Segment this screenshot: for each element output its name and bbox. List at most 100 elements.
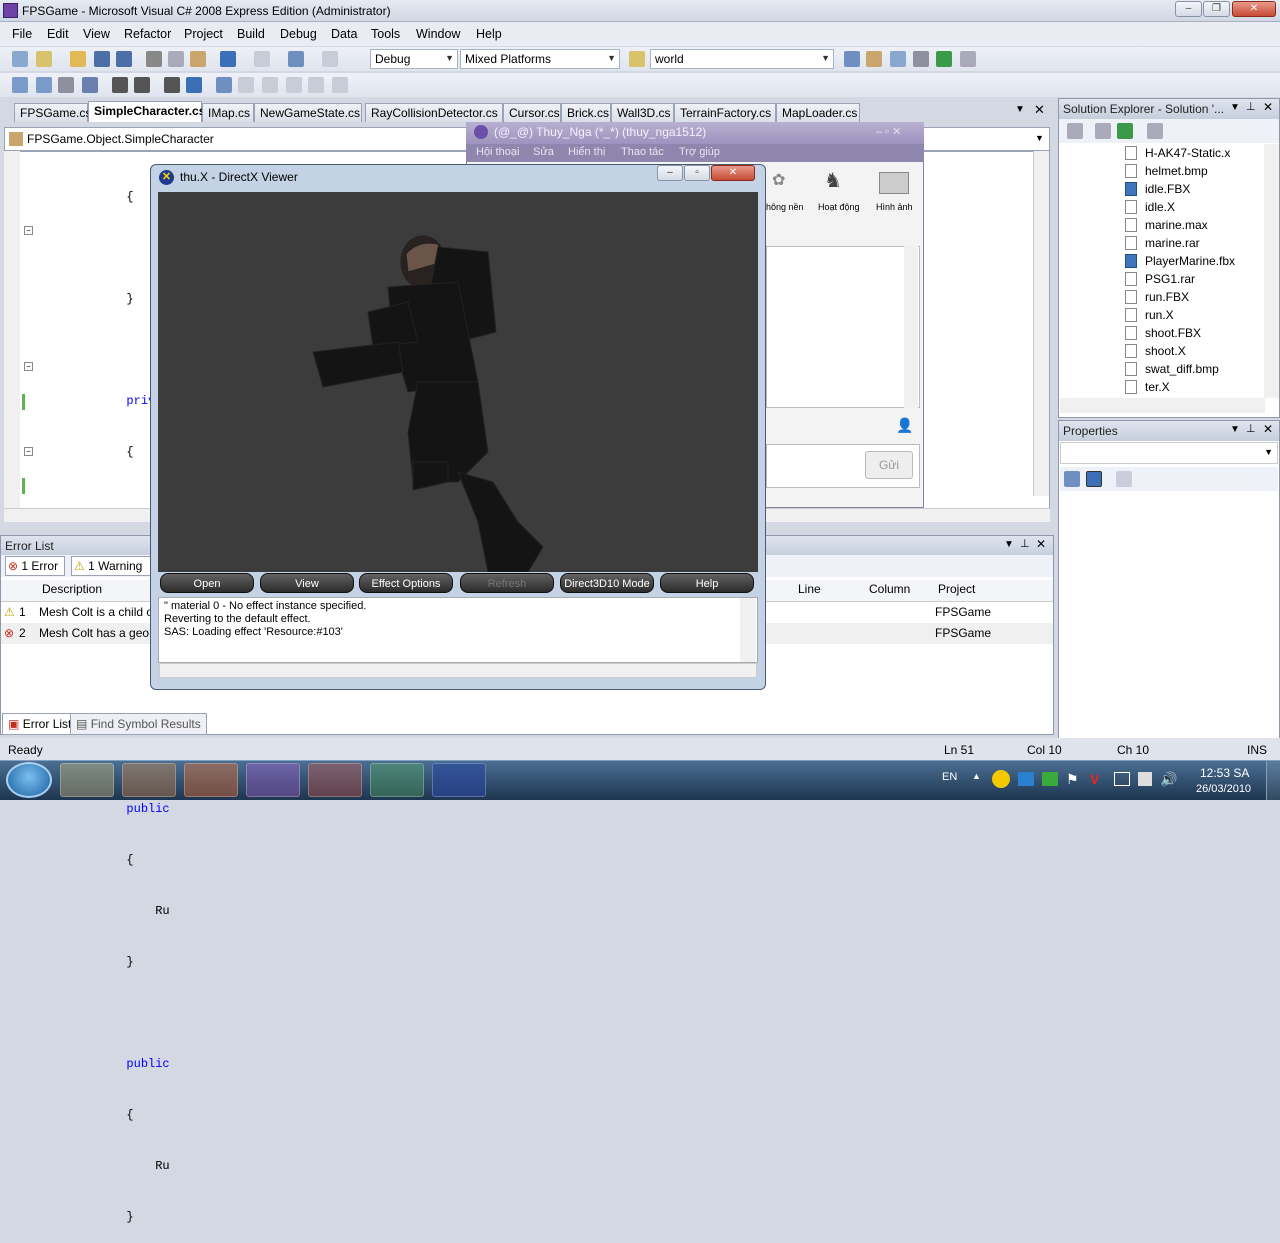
file-item[interactable]: marine.max bbox=[1125, 216, 1208, 234]
network-tray-icon[interactable] bbox=[1114, 772, 1130, 786]
chat-history[interactable] bbox=[766, 246, 920, 408]
tab-terrainfactory[interactable]: TerrainFactory.cs bbox=[674, 103, 776, 122]
panel-dropdown-icon[interactable]: ▼ bbox=[1004, 539, 1014, 550]
toolbox-icon[interactable] bbox=[913, 51, 929, 67]
tab-imap[interactable]: IMap.cs bbox=[202, 103, 254, 122]
send-button[interactable]: Gửi bbox=[865, 451, 913, 479]
save-icon[interactable] bbox=[94, 51, 110, 67]
close-panel-icon[interactable]: ✕ bbox=[1263, 100, 1273, 114]
chat-menu-item[interactable]: Trợ giúp bbox=[679, 146, 720, 158]
tab-newgamestate[interactable]: NewGameState.cs bbox=[254, 103, 362, 122]
property-pages-icon[interactable] bbox=[1116, 471, 1132, 487]
menu-help[interactable]: Help bbox=[476, 27, 502, 41]
activity-icon[interactable]: ♞ bbox=[824, 168, 842, 193]
menu-data[interactable]: Data bbox=[331, 27, 357, 41]
show-desktop-button[interactable] bbox=[1266, 761, 1280, 800]
tab-raycollisiondetector[interactable]: RayCollisionDetector.cs bbox=[365, 103, 503, 122]
panel-dropdown-icon[interactable]: ▼ bbox=[1230, 102, 1240, 113]
tab-simplecharacter[interactable]: SimpleCharacter.cs bbox=[88, 101, 205, 122]
show-all-files-icon[interactable] bbox=[1095, 123, 1111, 139]
volume-tray-icon[interactable]: 🔊 bbox=[1160, 771, 1177, 788]
warnings-filter-button[interactable]: ⚠ 1 Warning bbox=[71, 556, 151, 576]
yahoo-tray-icon[interactable] bbox=[992, 770, 1010, 788]
chat-history-scrollbar[interactable] bbox=[904, 246, 918, 408]
list-members-icon[interactable] bbox=[12, 77, 28, 93]
tab-cursor[interactable]: Cursor.cs bbox=[503, 103, 561, 122]
chat-menu-item[interactable]: Thao tác bbox=[621, 146, 664, 158]
window-titlebar[interactable]: FPSGame - Microsoft Visual C# 2008 Expre… bbox=[0, 0, 1280, 22]
file-item[interactable]: run.FBX bbox=[1125, 288, 1189, 306]
config-combo[interactable]: Debug ▼ bbox=[370, 49, 458, 69]
mail-tray-icon[interactable] bbox=[1018, 772, 1034, 786]
antivirus-tray-icon[interactable]: V bbox=[1090, 771, 1099, 787]
file-item[interactable]: shoot.X bbox=[1125, 342, 1186, 360]
navigate-forward-icon[interactable] bbox=[322, 51, 338, 67]
photos-icon[interactable] bbox=[879, 172, 909, 194]
dx-maximize-button[interactable]: ▫ bbox=[684, 165, 710, 181]
file-item[interactable]: ter.X bbox=[1125, 378, 1170, 396]
clock-date[interactable]: 26/03/2010 bbox=[1196, 783, 1251, 795]
menu-view[interactable]: View bbox=[83, 27, 110, 41]
chat-tray-icon[interactable] bbox=[1042, 772, 1058, 786]
alphabetical-icon[interactable] bbox=[1086, 471, 1102, 487]
comment-icon[interactable] bbox=[164, 77, 180, 93]
pin-icon[interactable]: ⊥ bbox=[1246, 422, 1256, 435]
close-button[interactable]: ✕ bbox=[1232, 1, 1276, 17]
start-page-icon[interactable] bbox=[936, 51, 952, 67]
language-indicator[interactable]: EN bbox=[942, 771, 957, 783]
taskbar-yahoo[interactable] bbox=[246, 763, 300, 797]
dx-log-hscrollbar[interactable] bbox=[159, 663, 757, 678]
taskbar-media[interactable] bbox=[122, 763, 176, 797]
menu-file[interactable]: File bbox=[12, 27, 32, 41]
properties-icon[interactable] bbox=[866, 51, 882, 67]
tray-expand-icon[interactable]: ▲ bbox=[972, 771, 981, 781]
clock-time[interactable]: 12:53 SA bbox=[1200, 766, 1249, 780]
uncomment-icon[interactable] bbox=[186, 77, 202, 93]
editor-vscrollbar[interactable] bbox=[1033, 151, 1049, 496]
outdent-icon[interactable] bbox=[112, 77, 128, 93]
open-icon[interactable] bbox=[70, 51, 86, 67]
menu-debug[interactable]: Debug bbox=[280, 27, 317, 41]
chat-menu-item[interactable]: Hội thoại bbox=[476, 146, 519, 158]
pin-icon[interactable]: ⊥ bbox=[1246, 100, 1256, 113]
menu-tools[interactable]: Tools bbox=[371, 27, 400, 41]
file-item[interactable]: idle.FBX bbox=[1125, 180, 1190, 198]
navigate-icon[interactable] bbox=[288, 51, 304, 67]
tab-maploader[interactable]: MapLoader.cs bbox=[776, 103, 860, 122]
flag-tray-icon[interactable]: ⚑ bbox=[1066, 771, 1079, 788]
dx-log-vscrollbar[interactable] bbox=[740, 598, 756, 662]
clear-bookmarks-icon[interactable] bbox=[332, 77, 348, 93]
col-column[interactable]: Column bbox=[869, 582, 910, 596]
dx-log-output[interactable]: " material 0 - No effect instance specif… bbox=[158, 597, 758, 663]
dx-view-button[interactable]: View bbox=[260, 573, 354, 593]
view-code-icon[interactable] bbox=[1147, 123, 1163, 139]
file-item[interactable]: PlayerMarine.fbx bbox=[1125, 252, 1235, 270]
taskbar-firefox[interactable] bbox=[184, 763, 238, 797]
collapse-icon[interactable]: − bbox=[24, 226, 33, 235]
parameter-info-icon[interactable] bbox=[36, 77, 52, 93]
new-project-icon[interactable] bbox=[12, 51, 28, 67]
file-item[interactable]: idle.X bbox=[1125, 198, 1175, 216]
file-item[interactable]: swat_diff.bmp bbox=[1125, 360, 1219, 378]
taskbar-explorer[interactable] bbox=[60, 763, 114, 797]
taskbar-game[interactable] bbox=[308, 763, 362, 797]
tab-brick[interactable]: Brick.cs bbox=[561, 103, 611, 122]
minimize-button[interactable]: – bbox=[1175, 1, 1202, 17]
refresh-icon[interactable] bbox=[1117, 123, 1133, 139]
taskbar-csharp[interactable] bbox=[370, 763, 424, 797]
dx-open-button[interactable]: Open bbox=[160, 573, 254, 593]
close-panel-icon[interactable]: ✕ bbox=[1036, 537, 1046, 551]
tab-fpsgame[interactable]: FPSGame.cs bbox=[14, 103, 91, 122]
file-item[interactable]: run.X bbox=[1125, 306, 1174, 324]
more-tools-icon[interactable] bbox=[960, 51, 976, 67]
dx-help-button[interactable]: Help bbox=[660, 573, 754, 593]
dx-3d-viewport[interactable] bbox=[158, 192, 758, 573]
prev-bookmark-folder-icon[interactable] bbox=[286, 77, 302, 93]
tab-dropdown-icon[interactable]: ▼ bbox=[1015, 104, 1025, 115]
dx-effect-options-button[interactable]: Effect Options bbox=[359, 573, 453, 593]
file-item[interactable]: H-AK47-Static.x bbox=[1125, 144, 1230, 162]
file-item[interactable]: marine.rar bbox=[1125, 234, 1200, 252]
file-item[interactable]: shoot.FBX bbox=[1125, 324, 1201, 342]
contact-icon[interactable]: 👤 bbox=[896, 417, 913, 434]
background-icon[interactable]: ✿ bbox=[772, 170, 785, 190]
